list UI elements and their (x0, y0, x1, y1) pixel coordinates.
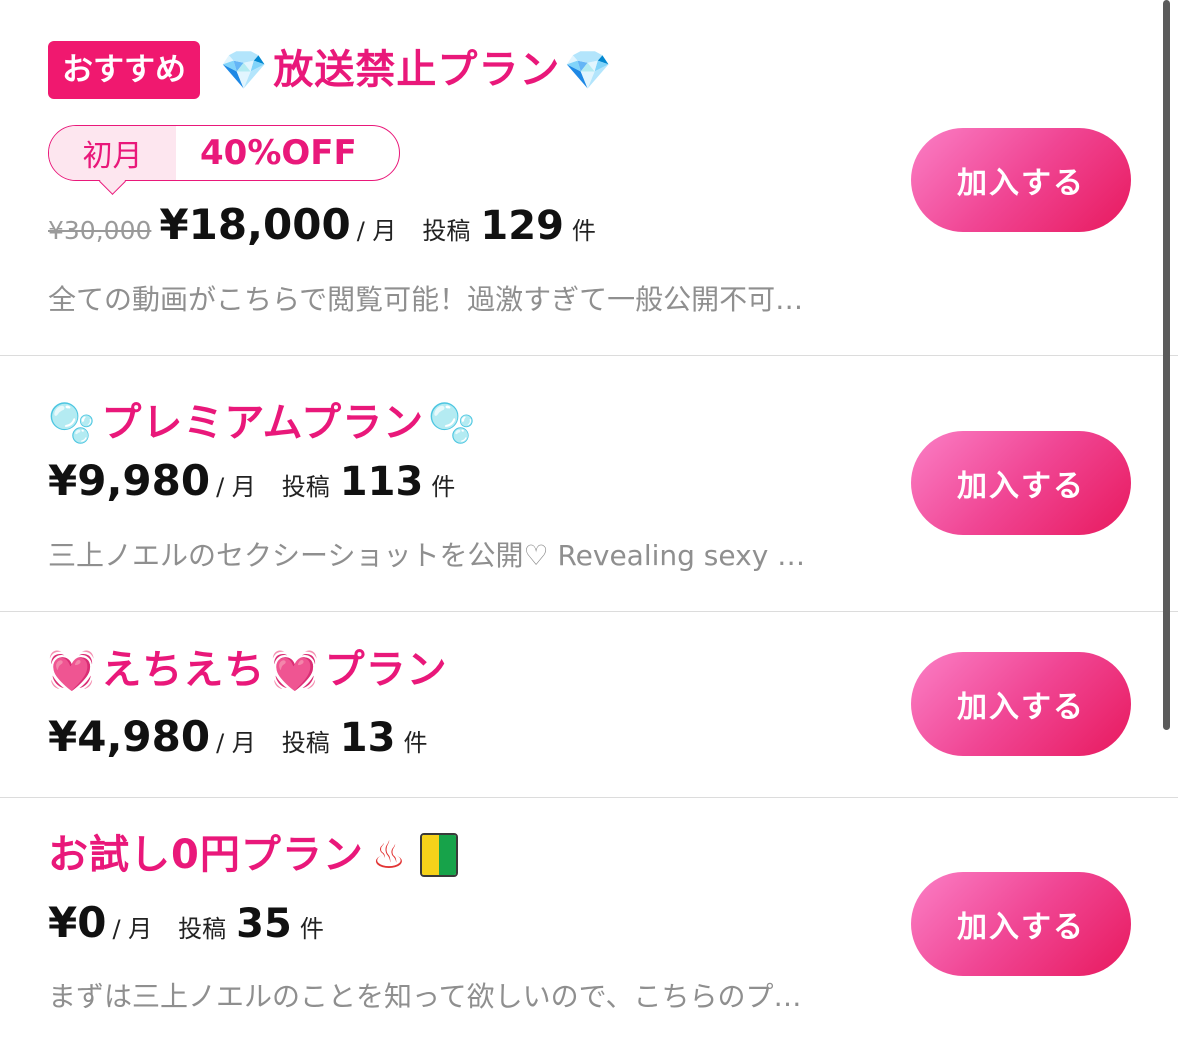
plan-title-row: 💓 えちえち 💓 プラン (48, 641, 448, 699)
vibrating-heart-icon: 💓 (48, 648, 96, 692)
plan-card: おすすめ 💎 放送禁止プラン 💎 初月 40%OFF ¥30,000 ¥18,0… (0, 0, 1178, 356)
posts-label: 投稿 (281, 473, 330, 501)
plan-card: 🫧 プレミアムプラン 🫧 ¥9,980 / 月 投稿 113 件 三上ノエルのセ… (0, 356, 1178, 612)
posts-label: 投稿 (281, 729, 330, 757)
plan-title: お試し0円プラン (48, 832, 364, 878)
gem-icon: 💎 (220, 48, 268, 92)
price-row: ¥9,980 / 月 投稿 113 件 (48, 456, 455, 505)
plan-price: ¥18,000 (159, 200, 351, 249)
plan-card: 💓 えちえち 💓 プラン ¥4,980 / 月 投稿 13 件 加入する (0, 612, 1178, 798)
plan-price: ¥4,980 (48, 712, 211, 761)
price-row: ¥4,980 / 月 投稿 13 件 (48, 712, 427, 761)
price-row: ¥0 / 月 投稿 35 件 (48, 898, 324, 947)
plan-title-part: プラン (324, 647, 448, 693)
join-button[interactable]: 加入する (911, 872, 1131, 976)
recommended-badge: おすすめ (48, 41, 200, 99)
posts-count: 13 (339, 715, 396, 761)
discount-badge: 初月 40%OFF (48, 125, 400, 195)
plan-title-row: おすすめ 💎 放送禁止プラン 💎 (48, 41, 612, 99)
join-button[interactable]: 加入する (911, 128, 1131, 232)
plan-title: プレミアムプラン (101, 400, 425, 446)
posts-count: 113 (339, 459, 424, 505)
plan-description: 全ての動画がこちらで閲覧可能！過激すぎて一般公開不可… (48, 283, 804, 316)
join-button[interactable]: 加入する (911, 652, 1131, 756)
join-button[interactable]: 加入する (911, 431, 1131, 535)
plan-description: 三上ノエルのセクシーショットを公開♡ Revealing sexy … (48, 539, 806, 572)
plan-price: ¥0 (48, 898, 107, 947)
beginner-mark-icon (419, 833, 458, 877)
posts-count: 35 (236, 901, 292, 947)
original-price: ¥30,000 (48, 216, 152, 245)
vibrating-heart-icon: 💓 (271, 648, 319, 692)
plan-description: まずは三上ノエルのことを知って欲しいので、こちらのプ… (48, 980, 802, 1013)
price-period: / 月 (356, 217, 397, 245)
posts-unit: 件 (403, 729, 428, 757)
plan-title-row: 🫧 プレミアムプラン 🫧 (48, 394, 475, 452)
posts-unit: 件 (431, 473, 456, 501)
plan-card: お試し0円プラン ♨ ¥0 / 月 投稿 35 件 まずは三上ノエルのことを知っ… (0, 798, 1178, 1051)
price-period: / 月 (216, 473, 256, 501)
plan-title-row: お試し0円プラン ♨ (48, 826, 458, 884)
bubbles-icon: 🫧 (48, 401, 96, 445)
price-period: / 月 (112, 915, 153, 943)
posts-unit: 件 (299, 915, 324, 943)
posts-count: 129 (480, 203, 564, 249)
price-period: / 月 (216, 729, 256, 757)
scrollbar[interactable] (1163, 0, 1170, 730)
plan-title: 放送禁止プラン (273, 47, 561, 93)
bubbles-icon: 🫧 (428, 401, 476, 445)
discount-off-label: 40%OFF (200, 133, 357, 173)
posts-label: 投稿 (422, 217, 471, 245)
posts-label: 投稿 (178, 915, 227, 943)
gem-icon: 💎 (564, 48, 612, 92)
plan-price: ¥9,980 (48, 456, 211, 505)
posts-unit: 件 (571, 217, 596, 245)
plan-title-part: えちえち (101, 647, 266, 693)
price-row: ¥30,000 ¥18,000 / 月 投稿 129 件 (48, 200, 596, 249)
hot-springs-icon: ♨ (371, 833, 406, 877)
